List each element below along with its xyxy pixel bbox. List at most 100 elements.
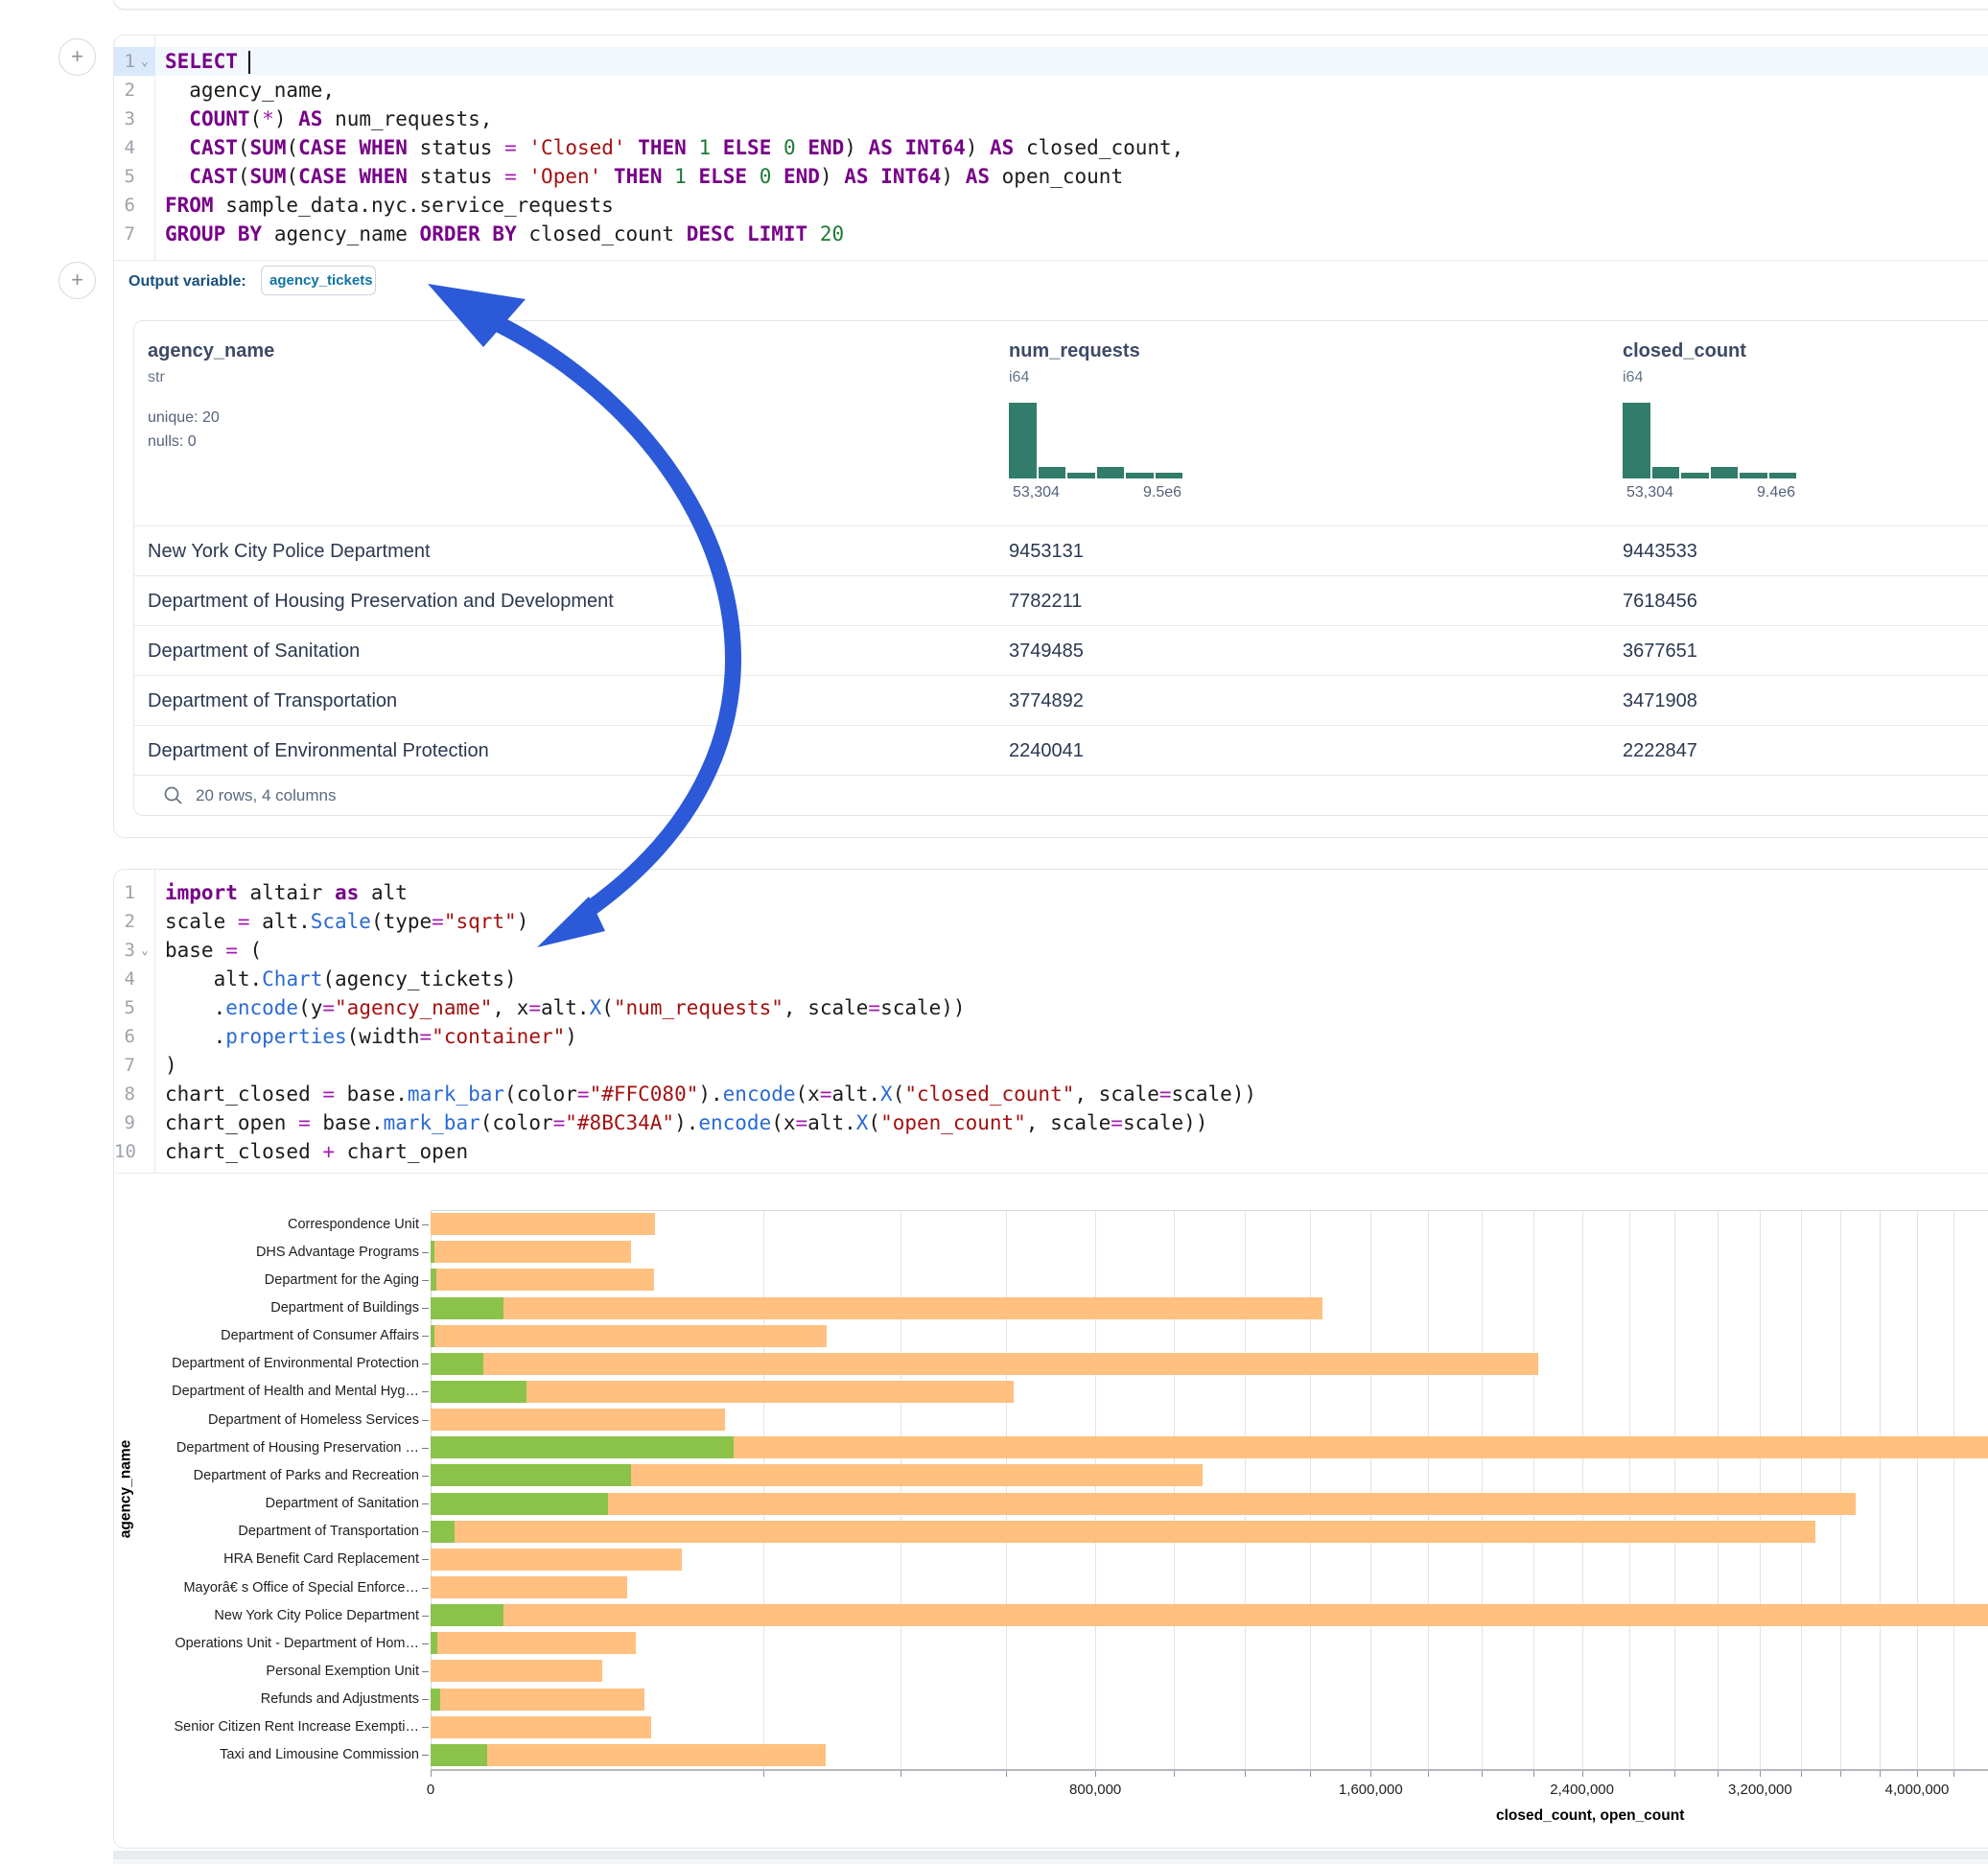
histogram-min-label: 53,304 (1626, 484, 1673, 501)
column-type: i64 (1623, 369, 1643, 386)
table-cell: 7618456 (1623, 576, 1697, 626)
line-number: 8 (114, 1080, 154, 1108)
line-number: 4 (114, 133, 154, 162)
code-text: FROM sample_data.nyc.service_requests (165, 191, 614, 220)
sql-cell-card: 1⌄SELECT2 agency_name,3 COUNT(*) AS num_… (113, 35, 1988, 838)
table-row[interactable]: Department of Environmental Protection 22… (134, 725, 1988, 776)
code-text: alt.Chart(agency_tickets) (165, 965, 517, 993)
line-number: 5 (114, 162, 154, 191)
table-cell: 3471908 (1623, 676, 1697, 726)
bottom-strip (113, 1851, 1988, 1859)
line-number: 2 (114, 76, 154, 105)
line-number: 6 (114, 1022, 154, 1051)
column-header[interactable]: agency_name (148, 340, 274, 362)
code-line[interactable]: 7 GROUP BY agency_name ORDER BY closed_co… (114, 220, 1988, 248)
fold-chevron-icon[interactable]: ⌄ (141, 48, 149, 77)
output-variable-chip[interactable]: agency_tickets (261, 266, 376, 295)
result-table: agency_namestr unique: 20 nulls: 0 num_requ… (133, 320, 1988, 816)
bottom-strip (113, 1859, 1988, 1864)
code-text: CAST(SUM(CASE WHEN status = 'Closed' THE… (165, 133, 1183, 162)
code-line[interactable]: 2 agency_name, (114, 76, 1988, 105)
code-text: GROUP BY agency_name ORDER BY closed_cou… (165, 220, 844, 248)
code-line[interactable]: 6 .properties(width="container") (114, 1022, 1988, 1051)
column-stat: unique: 20 (148, 409, 220, 427)
code-line[interactable]: 3 COUNT(*) AS num_requests, (114, 105, 1988, 133)
code-text: COUNT(*) AS num_requests, (165, 105, 492, 133)
line-number: 3 (114, 105, 154, 133)
code-text: chart_closed = base.mark_bar(color="#FFC… (165, 1080, 1256, 1108)
line-number: 2 (114, 907, 154, 936)
code-text: agency_name, (165, 76, 335, 105)
python-cell-card: 1 import altair as alt2scale = alt.Scale(… (113, 869, 1988, 1849)
row-count-status: 20 rows, 4 columns (196, 776, 336, 816)
add-cell-button[interactable]: + (58, 262, 96, 299)
line-number: 4 (114, 965, 154, 993)
fold-chevron-icon[interactable]: ⌄ (141, 937, 149, 966)
code-line[interactable]: 5 .encode(y="agency_name", x=alt.X("num_… (114, 993, 1988, 1022)
table-footer: 20 rows, 4 columns (134, 775, 1988, 816)
line-number: 6 (114, 191, 154, 220)
line-number: 10 (114, 1137, 154, 1166)
previous-cell-bottom-edge (113, 0, 1988, 10)
line-number: 1⌄ (114, 47, 154, 76)
code-line[interactable]: 4 alt.Chart(agency_tickets) (114, 965, 1988, 993)
code-line[interactable]: 10 chart_closed + chart_open (114, 1137, 1988, 1166)
table-cell: Department of Transportation (148, 676, 397, 726)
code-line[interactable]: 1 import altair as alt (114, 878, 1988, 907)
column-histogram (1009, 403, 1183, 478)
divider (114, 260, 1988, 261)
code-text: import altair as alt (165, 878, 408, 907)
table-row[interactable]: Department of Transportation 3774892 34719… (134, 675, 1988, 726)
code-line[interactable]: 8 chart_closed = base.mark_bar(color="#FF… (114, 1080, 1988, 1108)
code-text: .encode(y="agency_name", x=alt.X("num_re… (165, 993, 966, 1022)
histogram-max-label: 9.4e6 (1757, 484, 1795, 501)
column-stat: nulls: 0 (148, 433, 197, 451)
add-cell-button[interactable]: + (58, 38, 96, 76)
sql-code-editor[interactable]: 1⌄SELECT2 agency_name,3 COUNT(*) AS num_… (114, 47, 1988, 260)
table-row[interactable]: Department of Sanitation 3749485 3677651 (134, 625, 1988, 676)
line-number: 9 (114, 1108, 154, 1137)
table-cell: Department of Housing Preservation and D… (148, 576, 614, 626)
line-number: 1 (114, 878, 154, 907)
table-cell: 3774892 (1009, 676, 1084, 726)
histogram-max-label: 9.5e6 (1143, 484, 1181, 501)
column-header[interactable]: closed_count (1623, 340, 1746, 362)
code-line[interactable]: 7) (114, 1051, 1988, 1080)
table-row[interactable]: Department of Housing Preservation and D… (134, 575, 1988, 626)
line-number: 5 (114, 993, 154, 1022)
table-cell: 3749485 (1009, 626, 1084, 676)
table-cell: New York City Police Department (148, 526, 431, 576)
table-cell: 2240041 (1009, 726, 1084, 776)
code-text: SELECT (165, 47, 250, 76)
column-type: str (148, 369, 165, 386)
gutter-divider (154, 870, 155, 1173)
code-line[interactable]: 3⌄base = ( (114, 936, 1988, 965)
search-icon[interactable] (163, 785, 184, 806)
table-cell: 3677651 (1623, 626, 1697, 676)
code-line[interactable]: 9 chart_open = base.mark_bar(color="#8BC3… (114, 1108, 1988, 1137)
table-cell: 9453131 (1009, 526, 1084, 576)
code-line[interactable]: 4 CAST(SUM(CASE WHEN status = 'Closed' T… (114, 133, 1988, 162)
table-row[interactable]: New York City Police Department 9453131 94… (134, 525, 1988, 576)
line-number: 7 (114, 220, 154, 248)
code-text: chart_closed + chart_open (165, 1137, 468, 1166)
code-line[interactable]: 6 FROM sample_data.nyc.service_requests (114, 191, 1988, 220)
table-cell: 7782211 (1009, 576, 1082, 626)
code-text: chart_open = base.mark_bar(color="#8BC34… (165, 1108, 1207, 1137)
output-variable-label: Output variable: (129, 273, 246, 291)
table-cell: Department of Environmental Protection (148, 726, 489, 776)
column-header[interactable]: num_requests (1009, 340, 1140, 362)
text-cursor (248, 51, 250, 74)
divider (114, 1173, 1988, 1174)
code-line[interactable]: 1⌄ SELECT (114, 47, 1988, 76)
notebook-page: + + 1⌄SELECT2 agency_name,3 COUNT(*) AS … (0, 0, 1988, 1864)
code-line[interactable]: 5 CAST(SUM(CASE WHEN status = 'Open' THE… (114, 162, 1988, 191)
table-cell: Department of Sanitation (148, 626, 360, 676)
column-type: i64 (1009, 369, 1029, 386)
table-cell: 9443533 (1623, 526, 1697, 576)
column-histogram (1623, 403, 1797, 478)
code-text: base = ( (165, 936, 262, 965)
python-code-editor[interactable]: 1 import altair as alt2scale = alt.Scale(… (114, 878, 1988, 1166)
code-line[interactable]: 2scale = alt.Scale(type="sqrt") (114, 907, 1988, 936)
gutter-divider (154, 35, 155, 260)
